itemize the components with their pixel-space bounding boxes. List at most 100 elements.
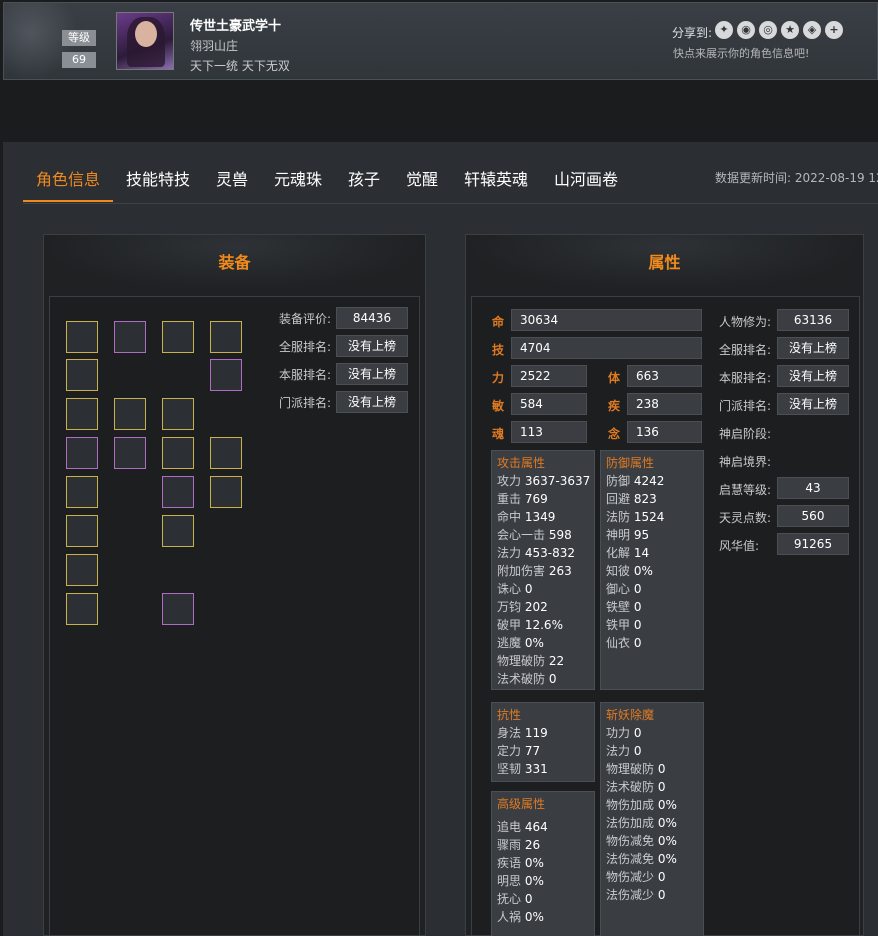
stat-value: 453-832 [524, 546, 575, 560]
tab-character-info[interactable]: 角色信息 [36, 166, 100, 190]
page: 等级 69 传世土豪武学十 翎羽山庄 天下一统 天下无双 分享到: ✦ ◉ ◎ … [0, 0, 878, 936]
stat-label: 定力 [497, 744, 522, 758]
stat-value: 0 [633, 582, 642, 596]
douban-icon[interactable]: ◈ [803, 21, 821, 39]
stat-row: 法伤减免 0% [606, 850, 677, 868]
tab-children[interactable]: 孩子 [348, 166, 380, 190]
stat-value: 0% [657, 852, 677, 866]
stat-label: 追电 [497, 820, 522, 834]
tab-awakening[interactable]: 觉醒 [406, 166, 438, 190]
attack-attributes: 攻击属性 攻力 3637-3637 重击 769 命中 1349 会心一击 598 法力… [491, 450, 595, 690]
equipment-slot[interactable] [66, 321, 98, 353]
stat-row: 知彼 0% [606, 562, 664, 580]
server-rank-value: 没有上榜 [777, 365, 849, 387]
equipment-slot[interactable] [114, 437, 146, 469]
stat-label: 明思 [497, 874, 522, 888]
equipment-slot[interactable] [210, 321, 242, 353]
wechat-icon[interactable]: ✦ [715, 21, 733, 39]
stat-row: 法伤减少 0 [606, 886, 677, 904]
stat-label: 法伤减少 [606, 888, 655, 902]
tab-landscape[interactable]: 山河画卷 [554, 166, 618, 190]
avatar[interactable] [116, 12, 174, 70]
stat-label: 物理破防 [606, 762, 655, 776]
stat-row: 会心一击 598 [497, 526, 590, 544]
stat-label: 法防 [606, 510, 631, 524]
tab-skills[interactable]: 技能特技 [126, 166, 190, 190]
resist-rows: 身法 119 定力 77 坚韧 331 [497, 724, 548, 778]
resist-title: 抗性 [497, 708, 522, 722]
stat-row: 回避 823 [606, 490, 664, 508]
stat-row: 重击 769 [497, 490, 590, 508]
equipment-slot[interactable] [114, 398, 146, 430]
equipment-slot[interactable] [162, 398, 194, 430]
equipment-inner: 装备评价: 84436 全服排名: 没有上榜 本服排名: 没有上榜 门派排名: … [49, 296, 420, 936]
equipment-slot[interactable] [162, 321, 194, 353]
tab-xuanyuan[interactable]: 轩辕英魂 [464, 166, 528, 190]
equipment-slot[interactable] [210, 359, 242, 391]
attack-title: 攻击属性 [497, 456, 546, 470]
tab-soul-beads[interactable]: 元魂珠 [274, 166, 322, 190]
stat-value: 26 [524, 838, 541, 852]
stat-value: 0 [633, 600, 642, 614]
equipment-slot[interactable] [66, 593, 98, 625]
equipment-slot[interactable] [114, 321, 146, 353]
tianling-value: 560 [777, 505, 849, 527]
skill-value: 4704 [511, 337, 702, 359]
stat-value: 0% [524, 874, 544, 888]
equipment-title: 装备 [218, 253, 251, 272]
tab-pets[interactable]: 灵兽 [216, 166, 248, 190]
equipment-slot[interactable] [162, 593, 194, 625]
stat-row: 抚心 0 [497, 890, 548, 908]
stat-row: 铁甲 0 [606, 616, 664, 634]
equipment-slot[interactable] [210, 437, 242, 469]
speed-value: 238 [627, 393, 702, 415]
more-icon[interactable]: + [825, 21, 843, 39]
speed-label: 疾 [608, 399, 621, 413]
stat-value: 0% [633, 564, 653, 578]
stat-row: 法术破防 0 [606, 778, 677, 796]
stat-row: 明思 0% [497, 872, 548, 890]
all-rank-value: 没有上榜 [777, 337, 849, 359]
equipment-slot[interactable] [210, 476, 242, 508]
weibo-icon[interactable]: ◎ [759, 21, 777, 39]
equipment-slot[interactable] [66, 437, 98, 469]
stat-label: 坚韧 [497, 762, 522, 776]
stat-label: 命中 [497, 510, 522, 524]
stat-label: 攻力 [497, 474, 522, 488]
stat-row: 神明 95 [606, 526, 664, 544]
stat-value: 0 [633, 726, 642, 740]
stat-row: 法伤加成 0% [606, 814, 677, 832]
main-content: 角色信息 技能特技 灵兽 元魂珠 孩子 觉醒 轩辕英魂 山河画卷 数据更新时间:… [3, 142, 878, 936]
stat-label: 疾语 [497, 856, 522, 870]
stat-value: 0% [657, 834, 677, 848]
equipment-slot[interactable] [162, 515, 194, 547]
fenghua-label: 风华值: [719, 539, 760, 553]
stat-row: 物伤减少 0 [606, 868, 677, 886]
stat-value: 0 [524, 582, 533, 596]
tianling-label: 天灵点数: [719, 511, 772, 525]
stat-label: 物伤减免 [606, 834, 655, 848]
equipment-panel: 装备 装备评价: 84436 全服排名: 没有上榜 本服排名: 没有上榜 门派排… [43, 234, 426, 936]
stat-label: 骤雨 [497, 838, 522, 852]
stat-label: 物理破防 [497, 654, 546, 668]
defense-rows: 防御 4242 回避 823 法防 1524 神明 95 化解 14 知彼 0% 御心 0铁… [606, 472, 664, 652]
all-rank-label: 全服排名: [279, 340, 332, 354]
stat-value: 12.6% [524, 618, 563, 632]
equipment-slot[interactable] [66, 515, 98, 547]
stat-value: 0 [657, 870, 666, 884]
agility-value: 584 [511, 393, 587, 415]
equipment-slot[interactable] [66, 476, 98, 508]
qq-icon[interactable]: ◉ [737, 21, 755, 39]
defense-title: 防御属性 [606, 456, 655, 470]
qzone-icon[interactable]: ★ [781, 21, 799, 39]
equipment-slot[interactable] [162, 476, 194, 508]
tab-bar: 角色信息 技能特技 灵兽 元魂珠 孩子 觉醒 轩辕英魂 山河画卷 数据更新时间:… [23, 142, 878, 204]
equipment-slot[interactable] [66, 398, 98, 430]
equipment-slot[interactable] [162, 437, 194, 469]
resist-attributes: 抗性 身法 119 定力 77 坚韧 331 [491, 702, 595, 782]
stat-row: 物伤加成 0% [606, 796, 677, 814]
server-rank-label: 本服排名: [279, 368, 332, 382]
equipment-slot[interactable] [66, 554, 98, 586]
stat-value: 14 [633, 546, 650, 560]
equipment-slot[interactable] [66, 359, 98, 391]
